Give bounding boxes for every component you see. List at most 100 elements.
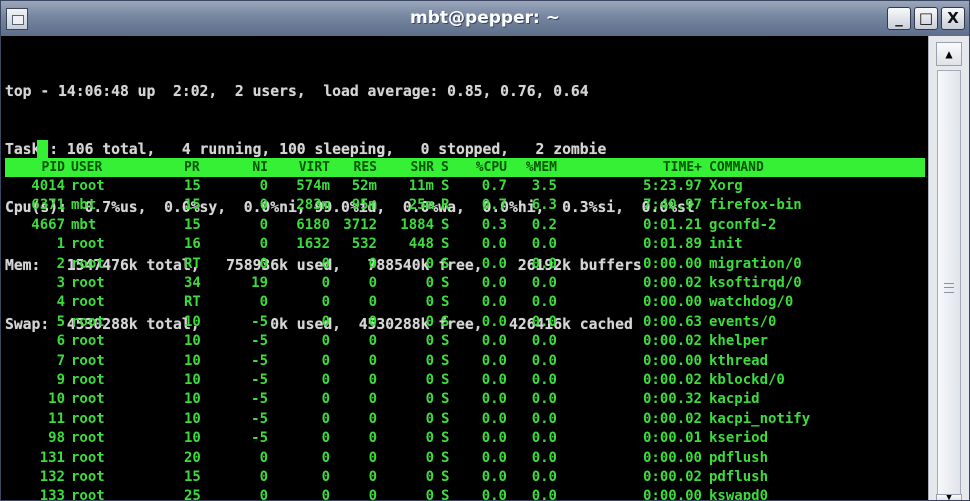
table-cell: ksoftirqd/0: [709, 275, 802, 291]
table-cell: 0:00.00: [642, 449, 702, 466]
table-cell: gconfd-2: [709, 216, 777, 233]
column-header: TIME+: [662, 160, 702, 175]
table-cell: kseriod: [709, 430, 769, 447]
table-cell: root: [71, 236, 105, 253]
table-cell: root: [71, 449, 105, 466]
table-cell: root: [71, 313, 105, 330]
table-cell: 11: [48, 410, 65, 427]
table-row: 4667 mbt 15 0 6180 3712 1884 S 0.3 0.2 0:01.21 gcon…: [5, 216, 925, 235]
column-header: %MEM: [525, 160, 557, 175]
title-bar[interactable]: mbt@pepper: ~ _ □ X: [1, 1, 969, 36]
scroll-down-icon[interactable]: ▼: [936, 494, 962, 500]
table-cell: 133: [39, 488, 65, 501]
table-cell: 4667: [31, 216, 65, 233]
scrollbar-thumb[interactable]: [937, 70, 961, 498]
table-cell: root: [71, 255, 105, 272]
table-cell: 0.0: [531, 469, 557, 485]
table-cell: mbt: [71, 216, 97, 233]
table-cell: 0.0: [531, 488, 557, 501]
table-cell: 131: [39, 449, 65, 466]
table-cell: 0.0: [531, 275, 557, 291]
table-cell: 0.0: [531, 236, 557, 253]
table-cell: kacpid: [709, 391, 760, 408]
table-cell: root: [71, 333, 105, 350]
table-cell: root: [71, 469, 105, 485]
table-cell: 0:00.02: [642, 333, 702, 350]
table-cell: 7:40.97: [642, 197, 702, 214]
table-cell: root: [71, 178, 105, 194]
table-cell: 0:00.32: [642, 391, 702, 408]
table-cell: 0.0: [531, 352, 557, 369]
table-cell: 5:23.97: [642, 178, 702, 194]
table-cell: root: [71, 275, 105, 291]
table-cell: 0.0: [531, 313, 557, 330]
table-row: 7 root 10 -5 0 0 0 S 0.0 0.0 0:00.00 kthread: [5, 352, 925, 371]
column-header: PID: [41, 160, 65, 175]
table-cell: 7: [56, 352, 65, 369]
table-cell: firefox-bin: [709, 197, 802, 214]
table-cell: 98: [48, 430, 65, 447]
table-cell: root: [71, 391, 105, 408]
close-button[interactable]: X: [941, 7, 965, 30]
table-cell: 0.2: [531, 216, 557, 233]
table-cell: 10: [48, 391, 65, 408]
table-cell: 132: [39, 469, 65, 485]
table-cell: Xorg: [709, 178, 743, 194]
table-cell: 0:00.02: [642, 469, 702, 485]
maximize-button[interactable]: □: [914, 7, 938, 30]
table-cell: 0:00.02: [642, 275, 702, 291]
table-cell: root: [71, 430, 105, 447]
table-cell: mbt: [71, 197, 97, 214]
table-cell: 6371: [31, 197, 65, 214]
table-cell: pdflush: [709, 469, 769, 485]
table-cell: kswapd0: [709, 488, 769, 501]
table-cell: root: [71, 294, 105, 311]
table-cell: root: [71, 352, 105, 369]
table-cell: 3.5: [531, 178, 557, 194]
summary-uptime-line: top - 14:06:48 up 2:02, 2 users, load av…: [5, 82, 589, 100]
table-cell: 0:00.01: [642, 430, 702, 447]
table-cell: 0:00.00: [642, 488, 702, 501]
table-cell: kthread: [709, 352, 769, 369]
table-row: 4 root RT 0 0 0 0 S 0.0 0.0 0:00.00 watchdog/0: [5, 293, 925, 312]
table-cell: migration/0: [709, 255, 802, 272]
table-row: 6 root 10 -5 0 0 0 S 0.0 0.0 0:00.02 khelper: [5, 332, 925, 351]
table-cell: root: [71, 488, 105, 501]
table-cell: kblockd/0: [709, 372, 785, 388]
vertical-scrollbar[interactable]: ▲ ▼: [928, 36, 969, 500]
table-cell: 1: [56, 236, 65, 253]
table-cell: watchdog/0: [709, 294, 794, 311]
table-row: 11 root 10 -5 0 0 0 S 0.0 0.0 0:00.02 kacpi_notify: [5, 410, 925, 429]
table-cell: 0.0: [531, 449, 557, 466]
table-cell: 0:00.02: [642, 410, 702, 427]
table-cell: 0:01.21: [642, 216, 702, 233]
table-cell: 4: [56, 294, 65, 311]
scroll-up-icon[interactable]: ▲: [936, 42, 962, 66]
table-cell: 6.3: [531, 197, 557, 214]
grip-icon: [944, 283, 954, 293]
terminal-window: mbt@pepper: ~ _ □ X top - 14:06:48 up 2:…: [0, 0, 970, 501]
minimize-button[interactable]: _: [887, 7, 911, 30]
summary-tasks-line: Tasks: 106 total, 4 running, 100 sleepin…: [5, 141, 607, 159]
table-row: 133 root 25 0 0 0 0 S 0.0 0.0 0:00.00 kswapd0: [5, 487, 925, 501]
table-row: 1 root 16 0 1632 532 448 S 0.0 0.0 0:01.89 init: [5, 235, 925, 254]
process-table-header: PID USER PR NI VIRT RES SHR S %CPU %MEM TIME+ COMMA…: [5, 158, 925, 177]
table-row: 9 root 10 -5 0 0 0 S 0.0 0.0 0:00.02 kblockd/0: [5, 371, 925, 390]
table-cell: pdflush: [709, 449, 769, 466]
window-title: mbt@pepper: ~: [410, 8, 560, 28]
table-row: 4014 root 15 0 574m 52m 11m S 0.7 3.5 5:23.97 Xorg: [5, 177, 925, 196]
column-header: USER: [71, 160, 103, 175]
table-cell: 0.0: [531, 372, 557, 388]
table-cell: 0:00.00: [642, 294, 702, 311]
table-cell: init: [709, 236, 743, 253]
table-row: 6371 mbt 15 0 283m 95m 25m R 0.7 6.3 7:40.97 firefo…: [5, 196, 925, 215]
table-cell: root: [71, 410, 105, 427]
table-cell: root: [71, 372, 105, 388]
table-row: 2 root RT 0 0 0 0 S 0.0 0.0 0:00.00 migration/0: [5, 255, 925, 274]
table-cell: kacpi_notify: [709, 410, 811, 427]
column-header: COMMAND: [709, 160, 764, 175]
table-cell: events/0: [709, 313, 777, 330]
table-cell: 0:00.63: [642, 313, 702, 330]
table-cell: 3: [56, 275, 65, 291]
table-cell: 5: [56, 313, 65, 330]
